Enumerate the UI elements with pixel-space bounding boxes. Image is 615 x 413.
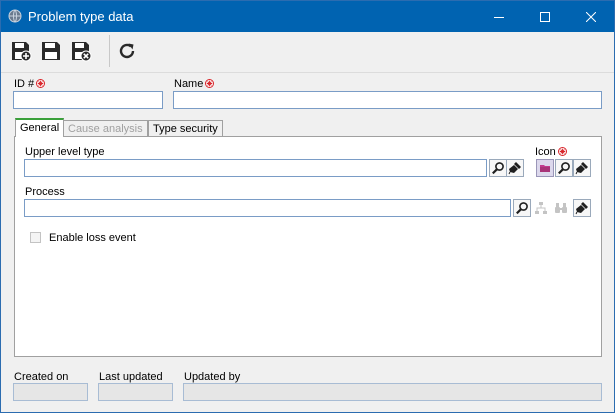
tab-general[interactable]: General (15, 118, 65, 137)
updated-by-field (183, 383, 602, 401)
binoculars-icon (555, 203, 567, 213)
close-icon (586, 11, 596, 22)
save-and-close-button[interactable] (68, 38, 94, 64)
minimize-icon (494, 16, 504, 18)
icon-clear-button[interactable] (573, 159, 591, 177)
tab-cause-analysis[interactable]: Cause analysis (63, 120, 148, 137)
search-icon (516, 202, 528, 215)
process-input[interactable] (24, 199, 511, 217)
title-bar[interactable]: Problem type data (1, 1, 614, 32)
upper-level-type-clear-button[interactable] (506, 159, 524, 177)
last-updated-label: Last updated (99, 371, 163, 383)
eraser-icon (575, 202, 588, 215)
icon-search-button[interactable] (555, 159, 573, 177)
process-label: Process (25, 186, 65, 198)
created-on-field (13, 383, 88, 401)
process-search-button[interactable] (513, 199, 531, 217)
maximize-icon (540, 11, 550, 22)
search-icon (492, 162, 504, 175)
required-icon (557, 147, 567, 156)
save-and-new-button[interactable] (8, 38, 34, 64)
upper-level-type-label: Upper level type (25, 146, 105, 158)
required-icon (36, 79, 46, 88)
save-new-icon (12, 42, 32, 62)
upper-level-type-search-button[interactable] (489, 159, 507, 177)
maximize-button[interactable] (522, 1, 568, 32)
name-input[interactable] (173, 91, 602, 109)
process-structure-button[interactable] (532, 199, 550, 217)
process-view-button[interactable] (552, 199, 570, 217)
window-title: Problem type data (28, 9, 134, 24)
minimize-button[interactable] (476, 1, 522, 32)
save-button[interactable] (38, 38, 64, 64)
close-button[interactable] (568, 1, 614, 32)
enable-loss-event-label: Enable loss event (49, 232, 136, 244)
save-icon (42, 42, 60, 60)
icon-label: Icon (535, 146, 567, 158)
tab-type-security[interactable]: Type security (148, 120, 223, 137)
required-icon (205, 79, 215, 88)
folder-icon (540, 165, 550, 172)
upper-level-type-input[interactable] (24, 159, 487, 177)
name-label: Name (174, 78, 215, 90)
hierarchy-icon (535, 202, 547, 214)
eraser-icon (508, 162, 521, 175)
id-label: ID # (14, 78, 46, 90)
updated-by-label: Updated by (184, 371, 241, 383)
icon-preview (536, 159, 554, 177)
id-input[interactable] (13, 91, 163, 109)
save-close-icon (72, 42, 92, 62)
globe-icon (8, 9, 22, 23)
process-clear-button[interactable] (573, 199, 591, 217)
refresh-button[interactable] (114, 38, 140, 64)
toolbar-separator (109, 35, 110, 67)
toolbar (1, 32, 614, 73)
search-icon (558, 162, 570, 175)
problem-type-data-window: Problem type data ID # Name General Caus… (0, 0, 615, 413)
last-updated-field (98, 383, 173, 401)
eraser-icon (575, 162, 588, 175)
enable-loss-event-checkbox[interactable] (30, 232, 41, 243)
created-on-label: Created on (14, 371, 69, 383)
refresh-icon (119, 43, 135, 59)
